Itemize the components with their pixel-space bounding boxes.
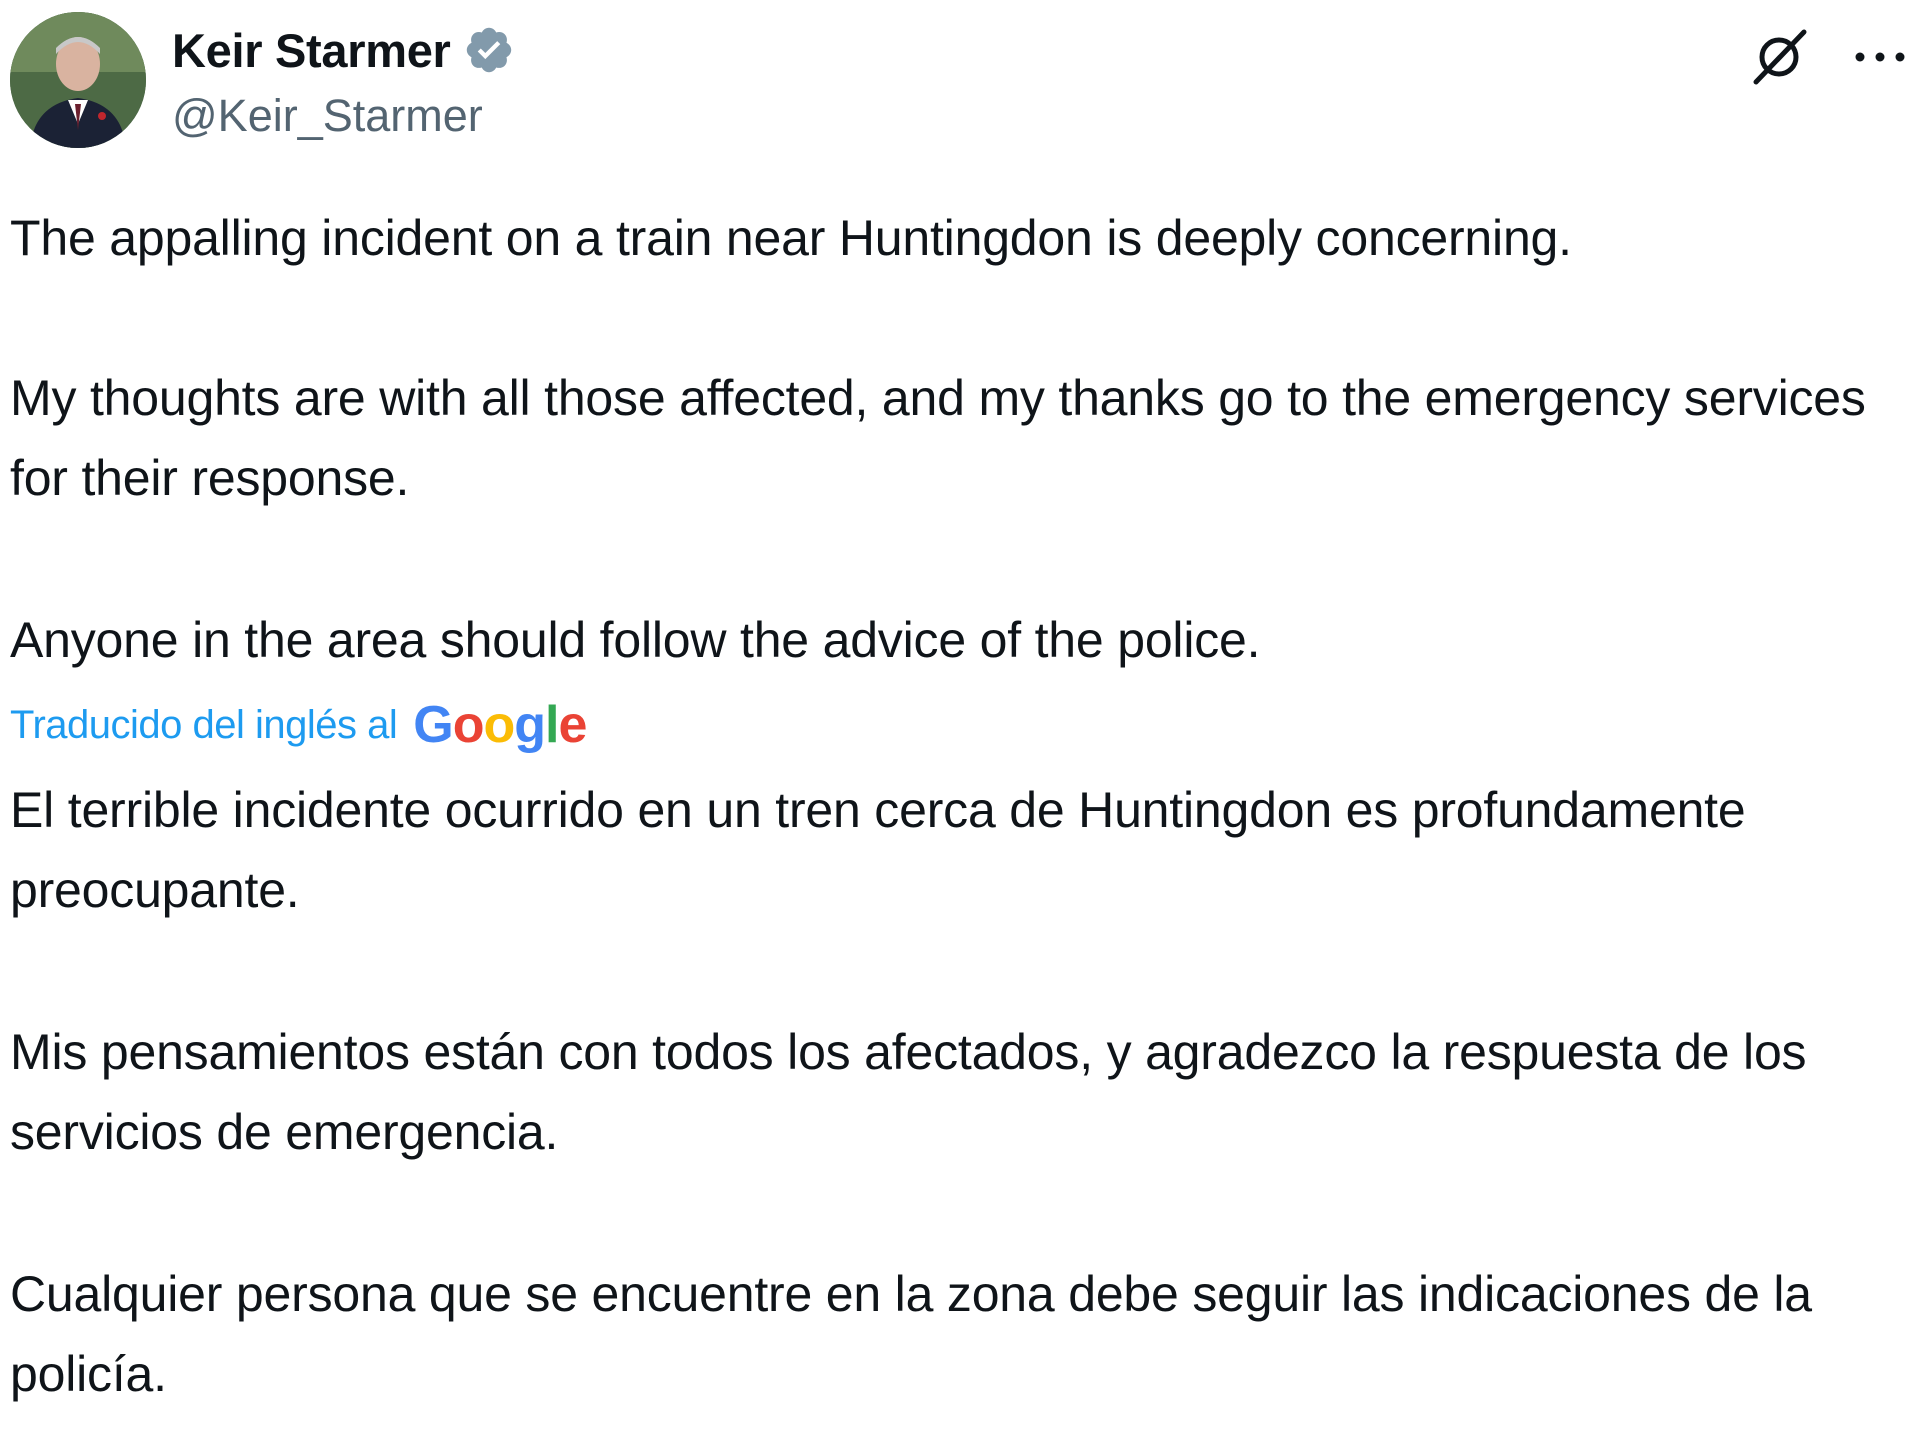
google-letter: g [514, 696, 546, 754]
google-logo: Google [413, 695, 587, 755]
tweet-paragraph-1: The appalling incident on a train near H… [10, 210, 1572, 266]
translated-paragraph-3: Cualquier persona que se encuentre en la… [10, 1266, 1812, 1402]
profile-photo [10, 12, 146, 148]
google-letter: G [413, 696, 453, 754]
translation-attribution: Traducido del inglés al Google [10, 690, 587, 760]
google-letter: o [483, 696, 515, 754]
name-row: Keir Starmer [172, 20, 515, 80]
grok-icon[interactable] [1748, 26, 1810, 88]
google-letter: o [452, 696, 485, 754]
translated-paragraph-2: Mis pensamientos están con todos los afe… [10, 1024, 1807, 1160]
translated-paragraph-1: El terrible incidente ocurrido en un tre… [10, 782, 1746, 918]
translated-by-label[interactable]: Traducido del inglés al [10, 703, 398, 748]
tweet: Keir Starmer @Keir_Starmer The appalling… [0, 0, 1920, 1438]
avatar[interactable] [10, 12, 146, 148]
verified-badge-icon [463, 24, 515, 76]
tweet-paragraph-3: Anyone in the area should follow the adv… [10, 612, 1261, 668]
display-name[interactable]: Keir Starmer [172, 23, 451, 78]
more-options-icon[interactable] [1850, 32, 1910, 82]
google-letter: l [545, 696, 559, 754]
handle[interactable]: @Keir_Starmer [172, 90, 483, 142]
tweet-paragraph-2: My thoughts are with all those affected,… [10, 370, 1866, 506]
google-letter: e [558, 696, 587, 754]
tweet-header: Keir Starmer @Keir_Starmer [10, 12, 1910, 152]
